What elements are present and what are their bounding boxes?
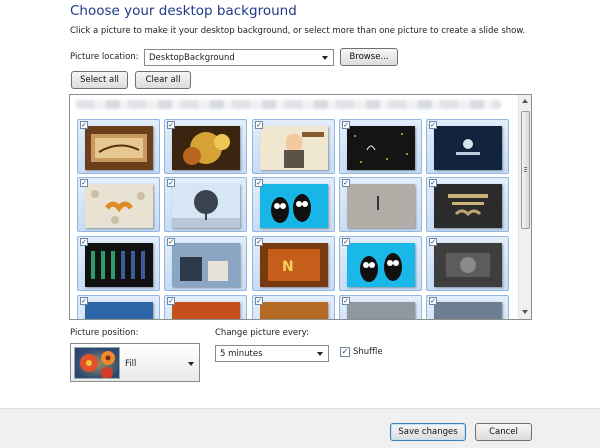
scroll-grip-line [524, 167, 527, 168]
svg-text:N: N [282, 259, 294, 275]
chevron-down-icon [322, 56, 328, 60]
thumbnail-image [260, 302, 328, 319]
thumbnail-checkbox[interactable]: ✓ [167, 297, 175, 305]
thumbnail-image [347, 302, 415, 319]
picture-position-label: Picture position: [70, 328, 139, 338]
thumbnail-grid: ✓ ✓ ✓ ✓ ✓ ✓ ✓ ✓ ✓ ✓ ✓ ✓ N ✓ ✓ ✓ ✓ ✓ ✓ ✓ ✓ [77, 119, 515, 319]
wallpaper-thumbnail[interactable]: ✓ [77, 295, 160, 319]
thumbnail-checkbox[interactable]: ✓ [429, 121, 437, 129]
scroll-grip-line [524, 171, 527, 172]
picture-location-label: Picture location: [70, 52, 139, 62]
picture-location-value: DesktopBackground [149, 52, 235, 63]
blurred-group-header [76, 100, 501, 109]
thumbnail-image [434, 302, 502, 319]
wallpaper-thumbnail[interactable]: ✓ [339, 236, 422, 291]
picture-position-value: Fill [125, 359, 137, 369]
page-title: Choose your desktop background [70, 3, 297, 19]
thumbnail-image [434, 126, 502, 170]
thumbnail-checkbox[interactable]: ✓ [167, 238, 175, 246]
thumbnail-image [434, 243, 502, 287]
wallpaper-thumbnail[interactable]: ✓ [164, 295, 247, 319]
wallpaper-thumbnail[interactable]: ✓ [426, 295, 509, 319]
thumbnail-checkbox[interactable]: ✓ [429, 238, 437, 246]
wallpaper-thumbnail[interactable]: ✓ [426, 236, 509, 291]
thumbnail-image [85, 184, 153, 228]
scroll-grip-line [524, 169, 527, 170]
scroll-up-arrow-icon[interactable] [522, 99, 528, 103]
clear-all-button[interactable]: Clear all [135, 71, 191, 89]
save-changes-button[interactable]: Save changes [390, 423, 466, 441]
change-interval-value: 5 minutes [220, 348, 263, 359]
thumbnail-image [260, 126, 328, 170]
thumbnail-checkbox[interactable]: ✓ [80, 121, 88, 129]
thumbnail-image [172, 126, 240, 170]
wallpaper-thumbnail[interactable]: ✓ [77, 236, 160, 291]
thumbnail-checkbox[interactable]: ✓ [167, 121, 175, 129]
wallpaper-thumbnail[interactable]: ✓ [164, 177, 247, 232]
thumbnail-image [172, 184, 240, 228]
thumbnail-checkbox[interactable]: ✓ [80, 238, 88, 246]
scrollbar-thumb[interactable] [521, 111, 530, 229]
thumbnail-image: N [260, 243, 328, 287]
page-instructions: Click a picture to make it your desktop … [70, 26, 526, 36]
thumbnail-checkbox[interactable]: ✓ [167, 179, 175, 187]
shuffle-checkbox[interactable]: ✓ [340, 347, 350, 357]
wallpaper-thumbnail[interactable]: ✓ [339, 295, 422, 319]
thumbnail-checkbox[interactable]: ✓ [255, 297, 263, 305]
select-all-button[interactable]: Select all [71, 71, 128, 89]
thumbnail-checkbox[interactable]: ✓ [342, 238, 350, 246]
picture-position-dropdown[interactable]: Fill [70, 343, 200, 382]
change-picture-label: Change picture every: [215, 328, 309, 338]
thumbnail-checkbox[interactable]: ✓ [255, 121, 263, 129]
browse-button[interactable]: Browse... [340, 48, 398, 66]
thumbnail-image [347, 184, 415, 228]
footer-bar: Save changes Cancel [0, 408, 600, 448]
thumbnail-checkbox[interactable]: ✓ [342, 121, 350, 129]
thumbnail-checkbox[interactable]: ✓ [429, 179, 437, 187]
wallpaper-thumbnail[interactable]: ✓ [77, 177, 160, 232]
thumbnail-image [85, 302, 153, 319]
chevron-down-icon [317, 352, 323, 356]
chevron-down-icon [188, 362, 194, 366]
wallpaper-thumbnail[interactable]: ✓ [426, 119, 509, 174]
picture-location-dropdown[interactable]: DesktopBackground [144, 49, 334, 66]
thumbnail-image [172, 243, 240, 287]
shuffle-label: Shuffle [353, 347, 383, 357]
thumbnail-checkbox[interactable]: ✓ [255, 179, 263, 187]
scroll-down-arrow-icon[interactable] [522, 310, 528, 314]
wallpaper-thumbnail[interactable]: ✓ [164, 119, 247, 174]
wallpaper-thumbnail[interactable]: ✓ [426, 177, 509, 232]
thumbnail-checkbox[interactable]: ✓ [80, 179, 88, 187]
change-interval-dropdown[interactable]: 5 minutes [215, 345, 329, 362]
wallpaper-thumbnail[interactable]: ✓ [339, 177, 422, 232]
thumbnail-image [85, 243, 153, 287]
thumbnail-checkbox[interactable]: ✓ [429, 297, 437, 305]
wallpaper-thumbnail[interactable]: ✓ [77, 119, 160, 174]
thumbnail-image [434, 184, 502, 228]
wallpaper-thumbnail[interactable]: ✓ [252, 177, 335, 232]
thumbnail-image [347, 126, 415, 170]
wallpaper-thumbnail[interactable]: ✓ [164, 236, 247, 291]
thumbnail-image [347, 243, 415, 287]
wallpaper-thumbnail[interactable]: N ✓ [252, 236, 335, 291]
flower-thumbnail-icon [74, 347, 120, 379]
thumbnail-checkbox[interactable]: ✓ [342, 179, 350, 187]
wallpaper-thumbnail[interactable]: ✓ [339, 119, 422, 174]
thumbnail-checkbox[interactable]: ✓ [80, 297, 88, 305]
wallpaper-thumbnail[interactable]: ✓ [252, 119, 335, 174]
thumbnail-checkbox[interactable]: ✓ [255, 238, 263, 246]
wallpaper-thumbnail[interactable]: ✓ [252, 295, 335, 319]
thumbnail-image [85, 126, 153, 170]
thumbnail-checkbox[interactable]: ✓ [342, 297, 350, 305]
cancel-button[interactable]: Cancel [475, 423, 532, 441]
thumbnail-image [260, 184, 328, 228]
vertical-scrollbar[interactable] [518, 95, 531, 319]
thumbnail-image [172, 302, 240, 319]
picture-gallery[interactable]: ✓ ✓ ✓ ✓ ✓ ✓ ✓ ✓ ✓ ✓ ✓ ✓ N ✓ ✓ ✓ ✓ ✓ ✓ ✓ ✓ [69, 94, 532, 320]
